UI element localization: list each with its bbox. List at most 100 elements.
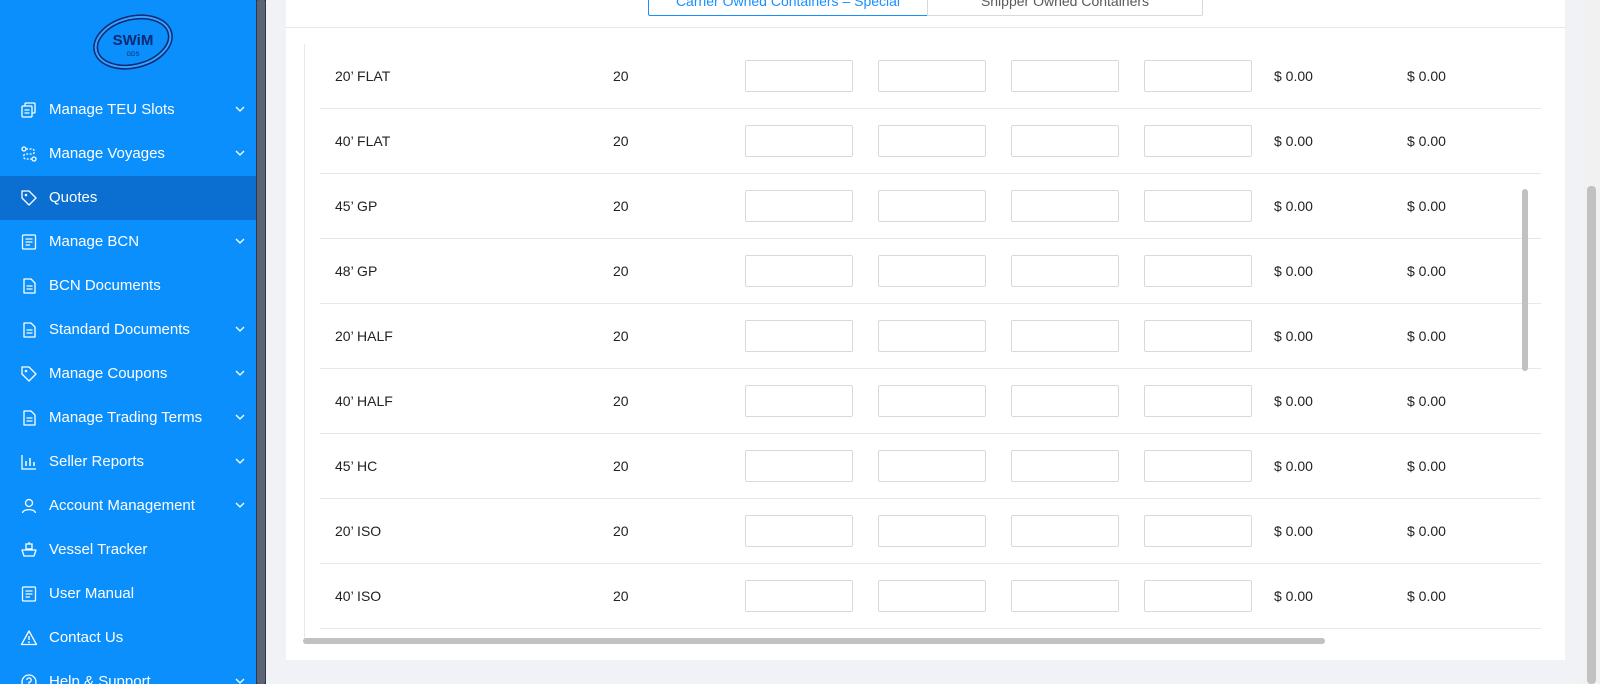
table-row: 20’ FLAT 20 $ 0.00 $ 0.00 (320, 44, 1541, 109)
sidebar-item-label: Help & Support (49, 673, 151, 684)
price-input[interactable] (878, 255, 986, 287)
sidebar-item-user-manual[interactable]: User Manual (0, 572, 256, 616)
price-total: $ 0.00 (1274, 263, 1313, 279)
container-quantity: 20 (613, 523, 629, 539)
list-doc-icon (21, 586, 37, 602)
sidebar-item-manage-trading-terms[interactable]: Manage Trading Terms (0, 396, 256, 440)
sidebar-item-label: Standard Documents (49, 321, 190, 338)
price-input[interactable] (878, 385, 986, 417)
price-input[interactable] (878, 60, 986, 92)
document-icon (23, 410, 36, 426)
price-input[interactable] (1011, 60, 1119, 92)
sidebar-item-label: Manage Voyages (49, 145, 165, 162)
sidebar-item-help-support[interactable]: Help & Support (0, 660, 256, 684)
price-input[interactable] (745, 190, 853, 222)
table-row: 20’ ISO 20 $ 0.00 $ 0.00 (320, 499, 1541, 564)
price-input[interactable] (1011, 580, 1119, 612)
price-input[interactable] (1144, 125, 1252, 157)
price-input[interactable] (878, 580, 986, 612)
price-input[interactable] (1144, 60, 1252, 92)
table-vertical-scrollbar[interactable] (1522, 189, 1528, 371)
sidebar-item-label: Account Management (49, 497, 195, 514)
sidebar-item-vessel-tracker[interactable]: Vessel Tracker (0, 528, 256, 572)
container-quantity: 20 (613, 263, 629, 279)
price-total: $ 0.00 (1274, 588, 1313, 604)
logo-text: SWiM (113, 32, 154, 49)
price-input[interactable] (1144, 515, 1252, 547)
copy-icon (21, 102, 36, 118)
tag-icon (21, 190, 37, 206)
price-input[interactable] (745, 125, 853, 157)
sidebar-item-label: Manage Trading Terms (49, 409, 203, 426)
price-input[interactable] (1011, 255, 1119, 287)
user-icon (21, 498, 37, 514)
container-type: 40’ ISO (335, 588, 382, 604)
price-input[interactable] (1011, 190, 1119, 222)
table-row: 40’ ISO 20 $ 0.00 $ 0.00 (320, 564, 1541, 629)
price-input[interactable] (745, 60, 853, 92)
main-content: Carrier Owned Containers – Special Shipp… (266, 0, 1600, 684)
price-input[interactable] (745, 515, 853, 547)
sidebar-item-seller-reports[interactable]: Seller Reports (0, 440, 256, 484)
price-input[interactable] (1144, 320, 1252, 352)
price-input[interactable] (1011, 450, 1119, 482)
price-input[interactable] (1144, 255, 1252, 287)
container-quantity: 20 (613, 328, 629, 344)
price-input[interactable] (745, 385, 853, 417)
table-row: 45’ HC 20 $ 0.00 $ 0.00 (320, 434, 1541, 499)
price-input[interactable] (1011, 515, 1119, 547)
sidebar-item-standard-documents[interactable]: Standard Documents (0, 308, 256, 352)
sidebar-item-contact-us[interactable]: Contact Us (0, 616, 256, 660)
chevron-down-icon (235, 502, 245, 508)
sidebar-item-bcn-documents[interactable]: BCN Documents (0, 264, 256, 308)
sidebar-item-account-management[interactable]: Account Management (0, 484, 256, 528)
table-row: 20’ HALF 20 $ 0.00 $ 0.00 (320, 304, 1541, 369)
chevron-down-icon (235, 678, 245, 684)
price-input[interactable] (745, 450, 853, 482)
price-input[interactable] (878, 190, 986, 222)
tabs-bar: Carrier Owned Containers – Special Shipp… (286, 0, 1565, 28)
price-input[interactable] (878, 515, 986, 547)
sidebar-scrollbar-thumb[interactable] (257, 0, 265, 684)
price-input[interactable] (1011, 385, 1119, 417)
table-row: 45’ GP 20 $ 0.00 $ 0.00 (320, 174, 1541, 239)
pricing-card: Carrier Owned Containers – Special Shipp… (286, 0, 1565, 660)
chevron-down-icon (235, 326, 245, 332)
price-input[interactable] (745, 255, 853, 287)
price-input[interactable] (745, 580, 853, 612)
sidebar-item-manage-teu-slots[interactable]: Manage TEU Slots (0, 88, 256, 132)
price-input[interactable] (878, 125, 986, 157)
price-total: $ 0.00 (1274, 68, 1313, 84)
sidebar-item-quotes[interactable]: Quotes (0, 176, 256, 220)
chevron-down-icon (235, 370, 245, 376)
price-total: $ 0.00 (1407, 263, 1446, 279)
table-row: 48’ GP 20 $ 0.00 $ 0.00 (320, 239, 1541, 304)
price-total: $ 0.00 (1407, 393, 1446, 409)
price-input[interactable] (1144, 450, 1252, 482)
swim-logo[interactable]: SWiM GDS (90, 8, 176, 70)
sidebar-item-manage-bcn[interactable]: Manage BCN (0, 220, 256, 264)
price-input[interactable] (878, 450, 986, 482)
price-input[interactable] (1011, 125, 1119, 157)
list-doc-icon (21, 234, 37, 250)
price-input[interactable] (1144, 580, 1252, 612)
page-scrollbar[interactable] (1583, 0, 1600, 684)
container-type: 20’ HALF (335, 328, 393, 344)
tab-carrier-owned-special[interactable]: Carrier Owned Containers – Special (648, 0, 928, 16)
table-horizontal-scrollbar[interactable] (303, 638, 1325, 644)
price-input[interactable] (1011, 320, 1119, 352)
sidebar-item-manage-voyages[interactable]: Manage Voyages (0, 132, 256, 176)
page-scrollbar-thumb[interactable] (1587, 186, 1596, 684)
price-input[interactable] (745, 320, 853, 352)
price-input[interactable] (878, 320, 986, 352)
price-input[interactable] (1144, 385, 1252, 417)
tag-icon (21, 366, 37, 382)
price-input[interactable] (1144, 190, 1252, 222)
chevron-down-icon (235, 458, 245, 464)
sidebar-scrollbar[interactable] (256, 0, 266, 684)
sidebar-item-manage-coupons[interactable]: Manage Coupons (0, 352, 256, 396)
sidebar-item-label: Quotes (49, 189, 98, 206)
tab-shipper-owned[interactable]: Shipper Owned Containers (927, 0, 1203, 16)
sidebar-item-label: BCN Documents (49, 277, 161, 294)
container-quantity: 20 (613, 393, 629, 409)
